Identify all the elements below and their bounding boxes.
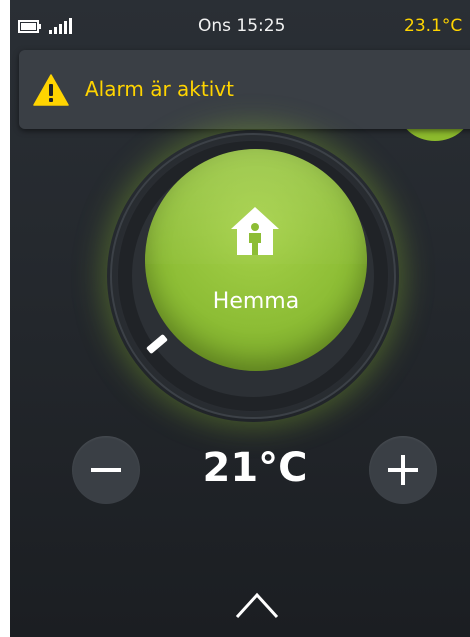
plus-icon	[388, 455, 418, 485]
increase-temperature-button[interactable]	[369, 436, 437, 504]
mode-label: Hemma	[212, 289, 300, 314]
alarm-banner[interactable]: Alarm är aktivt	[19, 50, 470, 129]
status-clock: Ons 15:25	[198, 16, 286, 36]
chevron-up-icon[interactable]	[234, 590, 280, 620]
outdoor-temperature: 23.1°C	[404, 16, 463, 36]
battery-icon	[18, 20, 41, 33]
mode-button[interactable]: Hemma	[145, 149, 367, 371]
home-person-icon	[231, 207, 279, 255]
alarm-message: Alarm är aktivt	[85, 77, 234, 101]
thermostat-screen: Ons 15:25 23.1°C Alarm är aktivt Hemma 2…	[10, 0, 470, 637]
warning-icon	[33, 74, 69, 106]
target-temperature: 21°C	[202, 445, 308, 491]
minus-icon	[91, 468, 121, 472]
status-bar: Ons 15:25 23.1°C	[10, 0, 470, 40]
signal-icon	[49, 18, 72, 34]
decrease-temperature-button[interactable]	[72, 436, 140, 504]
